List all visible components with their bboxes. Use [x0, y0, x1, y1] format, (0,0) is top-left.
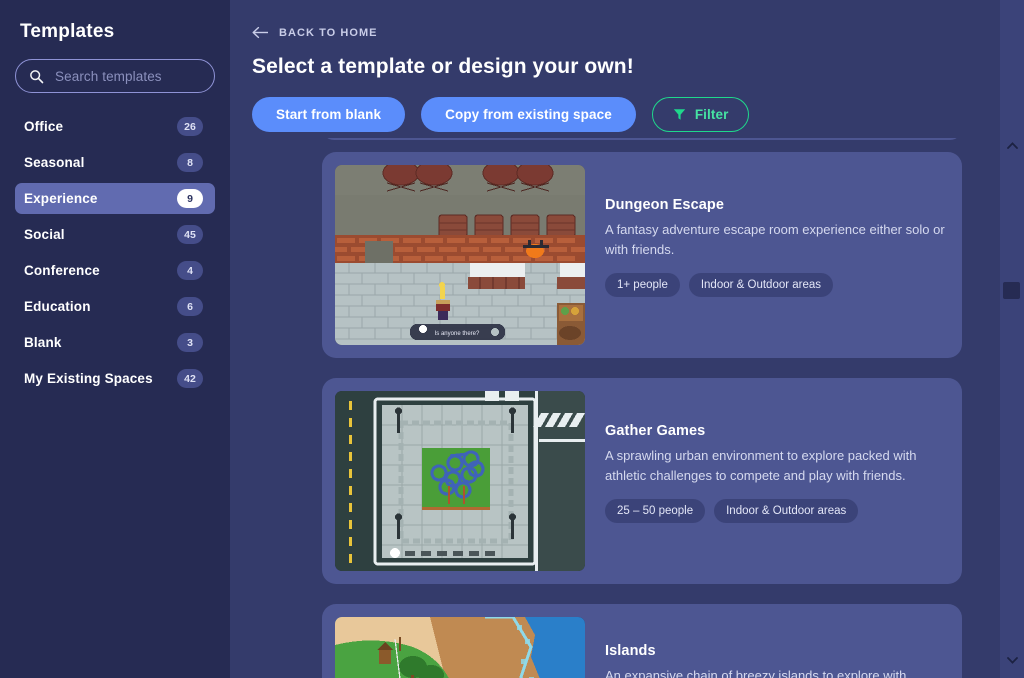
sidebar-item-count: 9 [177, 189, 203, 208]
sidebar-item-count: 45 [177, 225, 203, 244]
inner-scrollbar[interactable] [989, 148, 994, 678]
sidebar-nav: Office 26 Seasonal 8 Experience 9 Social… [15, 111, 215, 394]
back-to-home-link[interactable]: BACK TO HOME [252, 26, 378, 39]
islands-thumbnail [335, 617, 585, 678]
sidebar-item-count: 4 [177, 261, 203, 280]
sidebar-item-social[interactable]: Social 45 [15, 219, 215, 250]
sidebar-item-education[interactable]: Education 6 [15, 291, 215, 322]
card-title: Islands [605, 643, 656, 659]
sidebar-item-experience[interactable]: Experience 9 [15, 183, 215, 214]
sidebar-item-blank[interactable]: Blank 3 [15, 327, 215, 358]
card-tag: 25 – 50 people [605, 499, 706, 524]
sidebar-item-label: Social [24, 227, 65, 242]
template-card-islands[interactable]: Islands An expansive chain of breezy isl… [322, 604, 962, 678]
card-body: Dungeon Escape A fantasy adventure escap… [605, 165, 949, 345]
sidebar-item-seasonal[interactable]: Seasonal 8 [15, 147, 215, 178]
card-tag: Indoor & Outdoor areas [714, 499, 859, 524]
templates-page: Templates Search templates Office 26 Sea… [0, 0, 1024, 678]
sidebar-item-count: 42 [177, 369, 203, 388]
template-card-partial[interactable] [322, 138, 962, 140]
card-description: An expansive chain of breezy islands to … [605, 666, 949, 678]
sidebar-item-label: Conference [24, 263, 100, 278]
sidebar-item-label: Seasonal [24, 155, 85, 170]
sidebar-item-label: Office [24, 119, 64, 134]
template-card-list: Is anyone there? Dungeon Escape A fantas… [230, 138, 1024, 678]
card-body: Islands An expansive chain of breezy isl… [605, 617, 949, 678]
search-icon [29, 69, 44, 84]
card-tags: 25 – 50 people Indoor & Outdoor areas [605, 499, 949, 524]
sidebar-item-office[interactable]: Office 26 [15, 111, 215, 142]
sidebar-item-count: 8 [177, 153, 203, 172]
sidebar-item-count: 3 [177, 333, 203, 352]
scroll-up-arrow-icon[interactable] [1000, 135, 1024, 155]
card-body: Gather Games A sprawling urban environme… [605, 391, 949, 571]
card-title: Gather Games [605, 423, 706, 439]
copy-from-existing-space-button[interactable]: Copy from existing space [421, 97, 636, 132]
sidebar-item-my-existing-spaces[interactable]: My Existing Spaces 42 [15, 363, 215, 394]
page-title: Select a template or design your own! [252, 55, 634, 78]
template-card-gather-games[interactable]: Gather Games A sprawling urban environme… [322, 378, 962, 584]
sidebar-item-conference[interactable]: Conference 4 [15, 255, 215, 286]
back-to-home-label: BACK TO HOME [279, 26, 378, 39]
card-description: A sprawling urban environment to explore… [605, 448, 917, 484]
sidebar-title: Templates [20, 21, 115, 42]
sidebar-item-label: Education [24, 299, 91, 314]
scrollbar-thumb[interactable] [1003, 282, 1020, 299]
search-placeholder: Search templates [55, 68, 162, 84]
svg-text:Is anyone there?: Is anyone there? [435, 331, 480, 337]
page-scrollbar[interactable] [1000, 0, 1024, 678]
main-content: BACK TO HOME Select a template or design… [230, 0, 1024, 678]
funnel-icon [673, 108, 686, 121]
sidebar-item-label: My Existing Spaces [24, 371, 153, 386]
sidebar-item-count: 6 [177, 297, 203, 316]
card-description: A fantasy adventure escape room experien… [605, 222, 945, 258]
arrow-left-icon [252, 26, 269, 39]
card-tags: 1+ people Indoor & Outdoor areas [605, 273, 949, 298]
card-tag: 1+ people [605, 273, 680, 298]
search-input[interactable]: Search templates [15, 59, 215, 93]
sidebar: Templates Search templates Office 26 Sea… [0, 0, 230, 678]
sidebar-item-label: Experience [24, 191, 98, 206]
card-tag: Indoor & Outdoor areas [688, 273, 834, 298]
action-button-row: Start from blank Copy from existing spac… [252, 97, 1024, 132]
sidebar-item-label: Blank [24, 335, 62, 350]
gather-games-thumbnail [335, 391, 585, 571]
template-card-dungeon-escape[interactable]: Is anyone there? Dungeon Escape A fantas… [322, 152, 962, 358]
card-description-text: An expansive chain of breezy islands to … [605, 668, 907, 678]
dungeon-escape-thumbnail: Is anyone there? [335, 165, 585, 345]
filter-button[interactable]: Filter [651, 97, 750, 132]
start-from-blank-button[interactable]: Start from blank [252, 97, 406, 132]
sidebar-item-count: 26 [177, 117, 203, 136]
card-title: Dungeon Escape [605, 197, 725, 213]
filter-label: Filter [694, 107, 729, 122]
scroll-down-arrow-icon[interactable] [1000, 650, 1024, 670]
